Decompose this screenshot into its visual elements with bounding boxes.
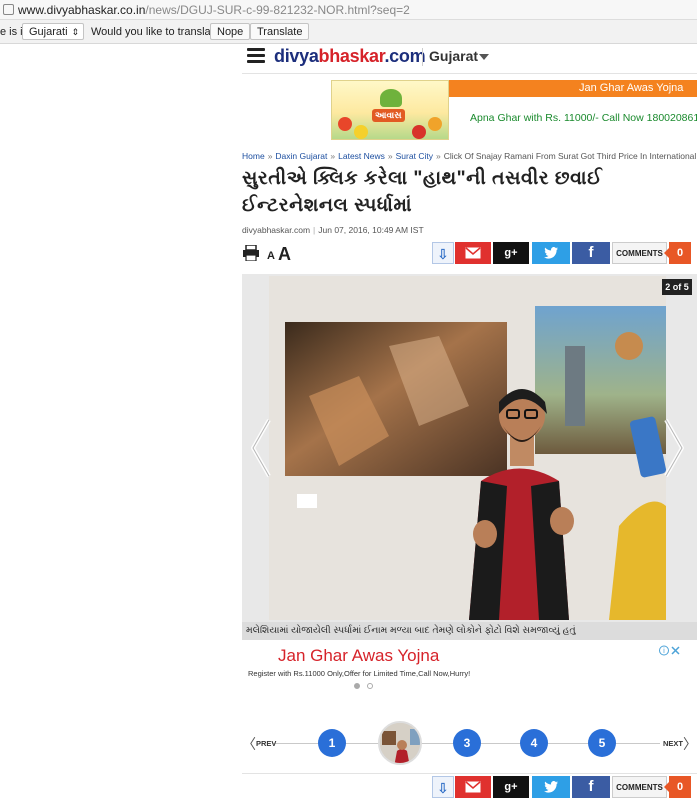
gallery-photo[interactable] (269, 276, 666, 620)
prev-button[interactable]: 〈PREV (242, 734, 276, 754)
ad-banner-headline[interactable]: Jan Ghar Awas Yojna (449, 80, 697, 97)
text-ad-title[interactable]: Jan Ghar Awas Yojna (278, 646, 439, 666)
breadcrumb-daxin-gujarat[interactable]: Daxin Gujarat (275, 151, 327, 161)
svg-text:i: i (663, 647, 665, 655)
next-button[interactable]: NEXT〉 (663, 734, 697, 754)
page-icon (3, 4, 14, 15)
comments-button[interactable]: COMMENTS (612, 242, 667, 264)
font-decrease-button[interactable]: A (267, 250, 275, 262)
region-selector[interactable]: Gujarat (429, 48, 478, 64)
facebook-share-button[interactable]: f (572, 776, 610, 798)
download-icon[interactable]: ⇩ (432, 776, 454, 798)
facebook-share-button[interactable]: f (572, 242, 610, 264)
page-button-4[interactable]: 4 (520, 729, 548, 757)
comments-count-badge[interactable]: 0 (664, 242, 691, 264)
breadcrumb: Home» Daxin Gujarat» Latest News» Surat Cit… (242, 151, 697, 161)
twitter-icon (544, 781, 558, 793)
header-rule (242, 73, 697, 74)
browser-url-bar[interactable]: www.divyabhaskar.co.in/news/DGUJ-SUR-c-9… (0, 0, 697, 20)
twitter-share-button[interactable] (532, 776, 570, 798)
ad-banner-image[interactable]: આવાસ (331, 80, 449, 140)
mail-icon (465, 781, 481, 793)
ad-banner-offer[interactable]: Apna Ghar with Rs. 11000/- Call Now 1800… (449, 97, 697, 140)
header-divider (422, 48, 423, 66)
text-ad-description[interactable]: Register with Rs.11000 Only,Offer for Li… (248, 669, 470, 678)
twitter-icon (544, 247, 558, 259)
gallery-next-arrow-icon[interactable] (662, 418, 686, 478)
gplus-share-button[interactable]: g+ (493, 776, 529, 798)
translate-button[interactable]: Translate (250, 23, 310, 40)
gallery-prev-arrow-icon[interactable] (249, 418, 273, 478)
ad-carousel-dot[interactable] (367, 683, 373, 689)
gplus-share-button[interactable]: g+ (493, 242, 529, 264)
chevron-left-icon: 〈 (242, 736, 256, 752)
hamburger-menu-icon[interactable] (247, 48, 265, 64)
email-share-button[interactable] (455, 776, 491, 798)
language-select[interactable]: Gujarati ⇕ (22, 23, 84, 40)
breadcrumb-home[interactable]: Home (242, 151, 265, 161)
email-share-button[interactable] (455, 242, 491, 264)
gallery-counter: 2 of 5 (662, 279, 692, 295)
breadcrumb-surat-city[interactable]: Surat City (396, 151, 433, 161)
language-select-value: Gujarati (29, 26, 68, 38)
site-logo[interactable]: divyabhaskar.com (274, 46, 426, 67)
share-toolbar-top: A A ⇩ g+ f COMMENTS 0 (242, 242, 697, 264)
article-date: Jun 07, 2016, 10:49 AM IST (318, 225, 424, 235)
mail-icon (465, 247, 481, 259)
breadcrumb-current: Click Of Snajay Ramani From Surat Got Th… (443, 151, 697, 161)
breadcrumb-latest-news[interactable]: Latest News (338, 151, 385, 161)
pager-rule (242, 773, 697, 774)
ad-carousel-dot-active[interactable] (354, 683, 360, 689)
article-source: divyabhaskar.com (242, 225, 311, 235)
page-button-1[interactable]: 1 (318, 729, 346, 757)
chevron-right-icon: 〉 (683, 736, 697, 752)
gallery-caption: મલેશિયામાં યોજાયેલી સ્પર્ધામાં ઈનામ મળ્ય… (242, 622, 697, 640)
adchoices-icon[interactable]: i (659, 645, 681, 656)
comments-button[interactable]: COMMENTS (612, 776, 667, 798)
page-button-5[interactable]: 5 (588, 729, 616, 757)
chevron-down-icon[interactable] (479, 54, 489, 60)
comments-count-badge[interactable]: 0 (664, 776, 691, 798)
translate-bar: e is in Gujarati ⇕ Would you like to tra… (0, 20, 697, 44)
current-page-thumbnail[interactable] (378, 721, 422, 765)
print-icon[interactable] (242, 245, 260, 261)
nope-button[interactable]: Nope (210, 23, 251, 40)
article-headline: સુરતીએ ક્લિક કરેલા "હાથ"ની તસવીર છવાઈ ઈન… (242, 168, 603, 216)
font-increase-button[interactable]: A (278, 244, 291, 265)
article-meta: divyabhaskar.com | Jun 07, 2016, 10:49 AM … (242, 225, 424, 235)
page-button-3[interactable]: 3 (453, 729, 481, 757)
select-arrows-icon: ⇕ (71, 27, 79, 37)
url-text[interactable]: www.divyabhaskar.co.in/news/DGUJ-SUR-c-9… (18, 0, 410, 20)
share-toolbar-bottom: ⇩ g+ f COMMENTS 0 (242, 776, 697, 798)
twitter-share-button[interactable] (532, 242, 570, 264)
download-icon[interactable]: ⇩ (432, 242, 454, 264)
